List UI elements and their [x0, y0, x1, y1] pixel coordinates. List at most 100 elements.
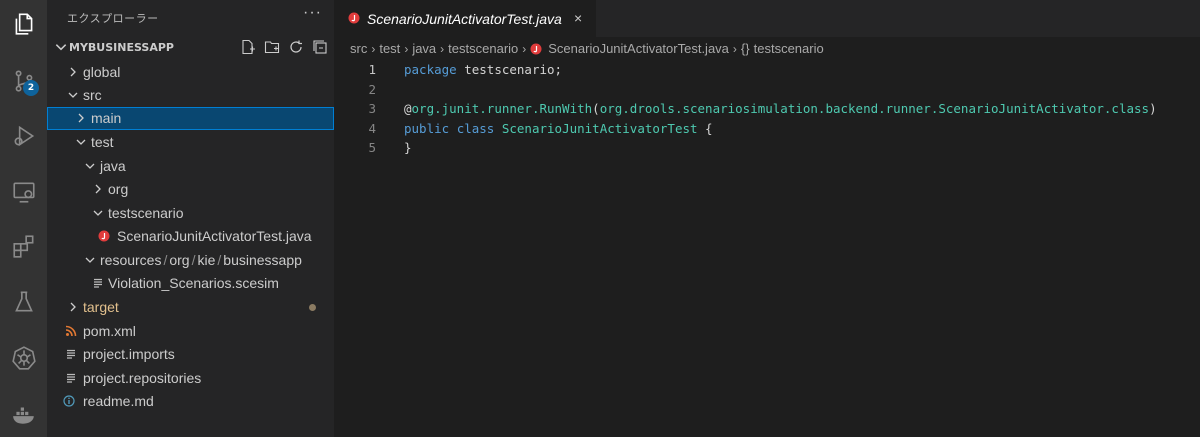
tree-item-label: Violation_Scenarios.scesim: [108, 275, 279, 291]
remote-explorer-icon[interactable]: [0, 168, 47, 215]
chevron-down-icon: [84, 160, 96, 172]
breadcrumb-item[interactable]: testscenario: [754, 41, 824, 56]
tree-item-test[interactable]: test: [47, 131, 334, 154]
code-text: package testscenario;: [404, 60, 562, 79]
tree-item-label: test: [91, 134, 114, 150]
tree-item-label: org: [108, 181, 129, 197]
source-control-icon[interactable]: [0, 57, 47, 104]
code-line: 1 package testscenario;: [334, 60, 1200, 79]
java-file-icon: [98, 230, 110, 242]
java-file-icon: [348, 12, 360, 24]
explorer-sidebar: エクスプローラー ··· MYBUSINESSAPP global src ma…: [47, 0, 334, 437]
text-file-icon: [65, 348, 77, 360]
tree-item-project-imports[interactable]: project.imports: [47, 343, 334, 366]
path-segment: org: [169, 252, 190, 268]
tree-item-label: project.repositories: [83, 370, 202, 386]
tab-label: ScenarioJunitActivatorTest.java: [367, 11, 562, 27]
line-number: 1: [368, 62, 376, 77]
tree-item-readme[interactable]: readme.md: [47, 390, 334, 413]
tree-item-project-repositories[interactable]: project.repositories: [47, 367, 334, 390]
info-file-icon: [63, 395, 75, 407]
breadcrumb-item[interactable]: test: [379, 41, 400, 56]
code-line: 4 public class ScenarioJunitActivatorTest…: [334, 119, 1200, 138]
modified-dot-icon: [309, 304, 316, 311]
line-number: 3: [368, 101, 376, 116]
path-segment: kie: [197, 252, 216, 268]
tree-item-label: global: [83, 64, 121, 80]
tree-item-src[interactable]: src: [47, 84, 334, 107]
source-control-badge: 2: [23, 80, 39, 96]
editor-area: ScenarioJunitActivatorTest.java × src › …: [334, 0, 1200, 437]
code-text: }: [404, 138, 412, 157]
code-token: ): [1149, 101, 1157, 116]
code-token: @: [404, 101, 412, 116]
breadcrumb-item[interactable]: ScenarioJunitActivatorTest.java: [548, 41, 729, 56]
testing-icon[interactable]: [0, 278, 47, 325]
tree-item-pom[interactable]: pom.xml: [47, 320, 334, 343]
more-actions-icon[interactable]: ···: [303, 4, 322, 22]
tab-scenario-test-java[interactable]: ScenarioJunitActivatorTest.java ×: [334, 0, 596, 37]
rss-file-icon: [65, 325, 77, 337]
tab-bar: ScenarioJunitActivatorTest.java ×: [334, 0, 1200, 37]
namespace-icon: {}: [740, 41, 750, 56]
line-number: 4: [368, 120, 376, 136]
java-file-icon: [530, 43, 542, 55]
code-line: 3 @org.junit.runner.RunWith(org.drools.sc…: [334, 99, 1200, 118]
tree-item-target[interactable]: target: [47, 296, 334, 319]
chevron-right-icon: ›: [440, 41, 445, 56]
chevron-right-icon: [67, 66, 79, 78]
code-line: 5}: [334, 138, 1200, 157]
chevron-down-icon: [75, 136, 87, 148]
project-header[interactable]: MYBUSINESSAPP: [47, 37, 334, 59]
run-debug-icon[interactable]: [0, 112, 47, 159]
tree-item-label: main: [91, 110, 122, 126]
tree-item-label: src: [83, 87, 102, 103]
tree-item-label: target: [83, 299, 119, 315]
code-token: package: [404, 62, 457, 77]
code-line: 2: [334, 80, 1200, 99]
tree-item-label: project.imports: [83, 346, 175, 362]
tree-item-global[interactable]: global: [47, 61, 334, 84]
tree-item-label: java: [100, 158, 126, 174]
chevron-right-icon: ›: [732, 41, 737, 56]
breadcrumb-item[interactable]: src: [350, 41, 367, 56]
kubernetes-icon[interactable]: [0, 334, 47, 381]
extensions-icon[interactable]: [0, 222, 47, 269]
chevron-right-icon: [92, 183, 104, 195]
code-token: testscenario;: [456, 62, 563, 77]
docker-icon[interactable]: [0, 390, 47, 437]
code-token: }: [404, 140, 412, 155]
tree-item-java[interactable]: java: [47, 155, 334, 178]
chevron-right-icon: [75, 112, 87, 124]
tree-item-label: pom.xml: [83, 323, 136, 339]
breadcrumb-item[interactable]: testscenario: [448, 41, 518, 56]
new-file-icon[interactable]: [240, 39, 256, 55]
code-token: org.drools.scenariosimulation.backend.ru…: [599, 101, 1150, 116]
tree-item-label: ScenarioJunitActivatorTest.java: [117, 228, 312, 244]
tree-item-scenario-test-java[interactable]: ScenarioJunitActivatorTest.java: [47, 225, 334, 248]
tree-item-testscenario[interactable]: testscenario: [47, 202, 334, 225]
code-token: (: [592, 101, 600, 116]
code-token: {: [697, 120, 713, 136]
path-segment: resources: [100, 252, 162, 268]
breadcrumb: src › test › java › testscenario › Scena…: [350, 41, 824, 56]
chevron-right-icon: ›: [522, 41, 527, 56]
chevron-right-icon: [67, 301, 79, 313]
new-folder-icon[interactable]: [264, 39, 280, 55]
chevron-down-icon: [54, 40, 68, 54]
chevron-right-icon: ›: [371, 41, 376, 56]
tree-item-compact-path: resources / org / kie / businessapp: [100, 252, 302, 268]
files-icon[interactable]: [0, 0, 47, 47]
code-token: public: [404, 120, 450, 136]
tree-item-main[interactable]: main: [47, 107, 334, 130]
tree-item-scesim[interactable]: Violation_Scenarios.scesim: [47, 272, 334, 295]
collapse-all-icon[interactable]: [312, 39, 328, 55]
breadcrumb-item[interactable]: java: [412, 41, 436, 56]
close-icon[interactable]: ×: [574, 10, 582, 26]
refresh-icon[interactable]: [288, 39, 304, 55]
tree-item-resources[interactable]: resources / org / kie / businessapp: [47, 249, 334, 272]
code-token: org.junit.runner.RunWith: [411, 101, 593, 116]
tree-item-org[interactable]: org: [47, 178, 334, 201]
text-file-icon: [65, 372, 77, 384]
